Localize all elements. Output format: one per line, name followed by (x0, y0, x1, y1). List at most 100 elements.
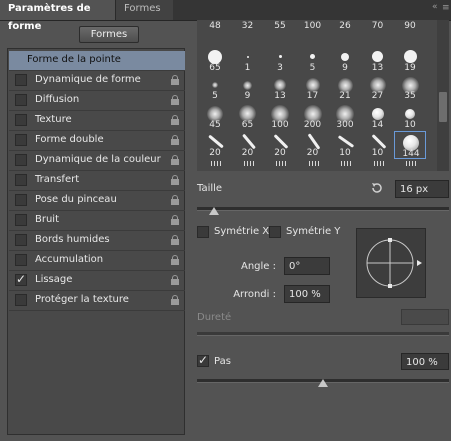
brush-tip[interactable]: 200 (297, 103, 329, 131)
lock-icon[interactable] (171, 135, 179, 145)
panel-options-icon[interactable]: ≡ (442, 3, 450, 13)
brush-tip[interactable]: 9 (232, 74, 264, 102)
option-checkbox[interactable] (15, 194, 27, 206)
option-checkbox[interactable] (15, 74, 27, 86)
brush-tip[interactable]: 19 (394, 46, 426, 74)
brush-tip[interactable] (394, 160, 426, 172)
brush-tip[interactable]: 10 (394, 103, 426, 131)
option-row[interactable]: Lissage (9, 271, 185, 291)
symmetry-x-checkbox[interactable] (197, 226, 209, 238)
brush-tip[interactable]: 13 (264, 74, 296, 102)
option-row[interactable]: Bruit (9, 211, 185, 231)
brush-tip[interactable]: 13 (362, 46, 394, 74)
brush-tip[interactable] (297, 160, 329, 172)
brush-tip[interactable]: 5 (199, 74, 231, 102)
option-checkbox[interactable] (15, 94, 27, 106)
option-row[interactable]: Dynamique de forme (9, 71, 185, 91)
brush-tip[interactable] (362, 160, 394, 172)
lock-icon[interactable] (171, 95, 179, 105)
lock-icon[interactable] (171, 295, 179, 305)
lock-icon[interactable] (171, 255, 179, 265)
option-row[interactable]: Forme double (9, 131, 185, 151)
brush-tip[interactable]: 14 (362, 103, 394, 131)
spacing-slider-thumb[interactable] (318, 379, 328, 387)
brush-tip[interactable] (264, 160, 296, 172)
option-row[interactable]: Pose du pinceau (9, 191, 185, 211)
option-checkbox[interactable] (15, 214, 27, 226)
brush-tip[interactable]: 27 (362, 74, 394, 102)
brush-tip[interactable]: 100 (297, 20, 329, 45)
tab-brushes[interactable]: Formes (115, 0, 173, 20)
brush-tip[interactable]: 144 (394, 131, 426, 159)
brush-size-label: 300 (336, 119, 354, 130)
angle-input[interactable]: 0° (284, 257, 330, 275)
symmetry-y-checkbox[interactable] (269, 226, 281, 238)
option-row[interactable]: Accumulation (9, 251, 185, 271)
option-row[interactable]: Diffusion (9, 91, 185, 111)
option-checkbox[interactable] (15, 174, 27, 186)
brush-tip[interactable]: 70 (362, 20, 394, 45)
lock-icon[interactable] (171, 235, 179, 245)
option-row[interactable]: Texture (9, 111, 185, 131)
brush-tip[interactable]: 100 (264, 103, 296, 131)
option-row[interactable]: Dynamique de la couleur (9, 151, 185, 171)
brush-tip[interactable]: 48 (199, 20, 231, 45)
brush-tip[interactable]: 10 (362, 131, 394, 159)
brush-tip[interactable]: 65 (199, 46, 231, 74)
lock-icon[interactable] (171, 115, 179, 125)
lock-icon[interactable] (171, 175, 179, 185)
brush-tip[interactable]: 32 (232, 20, 264, 45)
lock-icon[interactable] (171, 275, 179, 285)
option-checkbox[interactable] (15, 134, 27, 146)
angle-roundness-widget[interactable] (356, 228, 426, 298)
option-checkbox[interactable] (15, 234, 27, 246)
brush-tip[interactable] (329, 160, 361, 172)
option-row[interactable]: Protéger la texture (9, 291, 185, 311)
option-row[interactable]: Forme de la pointe (9, 51, 185, 71)
brush-tip[interactable]: 5 (297, 46, 329, 74)
lock-icon[interactable] (171, 75, 179, 85)
brush-tip[interactable]: 65 (232, 103, 264, 131)
lock-icon[interactable] (171, 215, 179, 225)
brush-tip[interactable]: 55 (264, 20, 296, 45)
brush-tip[interactable]: 20 (232, 131, 264, 159)
brush-size-label: 9 (342, 62, 348, 73)
brush-size-label: 5 (212, 91, 218, 101)
tab-brush-settings[interactable]: Paramètres de forme (0, 0, 115, 32)
reset-icon[interactable] (370, 181, 384, 195)
brush-tip[interactable]: 21 (329, 74, 361, 102)
brush-tip[interactable]: 45 (199, 103, 231, 131)
grid-scrollbar-thumb[interactable] (439, 92, 447, 122)
lock-icon[interactable] (171, 155, 179, 165)
brush-tip[interactable]: 17 (297, 74, 329, 102)
brush-tip[interactable]: 3 (264, 46, 296, 74)
brush-tip[interactable]: 90 (394, 20, 426, 45)
option-checkbox[interactable] (15, 272, 27, 286)
option-checkbox[interactable] (15, 154, 27, 166)
brushes-button[interactable]: Formes (79, 26, 139, 43)
brush-tip[interactable]: 20 (264, 131, 296, 159)
option-checkbox[interactable] (15, 294, 27, 306)
brush-tip[interactable]: 300 (329, 103, 361, 131)
spacing-input[interactable]: 100 % (401, 353, 449, 370)
option-row[interactable]: Transfert (9, 171, 185, 191)
panel-menu-icon[interactable]: « (432, 2, 438, 12)
brush-tip[interactable]: 9 (329, 46, 361, 74)
brush-tip[interactable]: 20 (297, 131, 329, 159)
brush-tip[interactable]: 1 (232, 46, 264, 74)
size-slider[interactable] (197, 207, 449, 211)
option-checkbox[interactable] (15, 254, 27, 266)
spacing-checkbox[interactable] (197, 353, 209, 367)
brush-tip[interactable]: 26 (329, 20, 361, 45)
brush-tip[interactable]: 10 (329, 131, 361, 159)
option-row[interactable]: Bords humides (9, 231, 185, 251)
roundness-input[interactable]: 100 % (284, 285, 330, 303)
brush-tip[interactable] (232, 160, 264, 172)
size-slider-thumb[interactable] (209, 207, 219, 215)
brush-tip[interactable]: 20 (199, 131, 231, 159)
size-input[interactable]: 16 px (395, 180, 449, 198)
option-checkbox[interactable] (15, 114, 27, 126)
lock-icon[interactable] (171, 195, 179, 205)
brush-tip[interactable] (199, 160, 231, 172)
brush-tip[interactable]: 35 (394, 74, 426, 102)
